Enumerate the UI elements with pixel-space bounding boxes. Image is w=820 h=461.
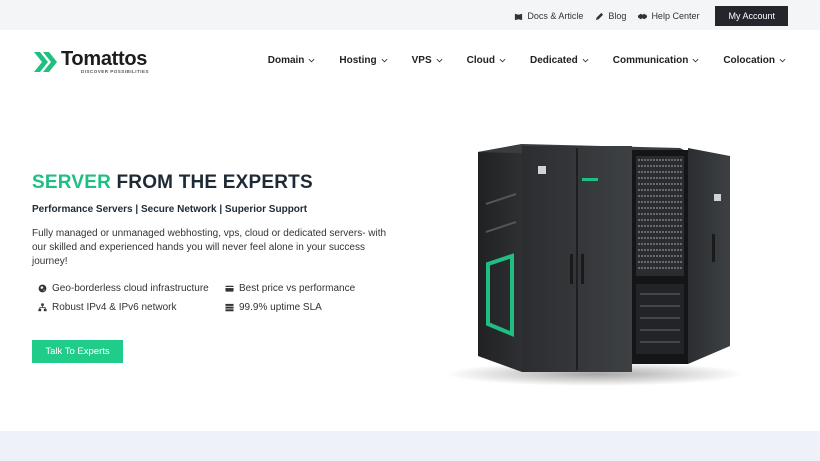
logo-chevron-icon (34, 51, 57, 72)
my-account-button[interactable]: My Account (715, 6, 788, 26)
chevron-down-icon (436, 58, 443, 63)
docs-article-label: Docs & Article (527, 11, 584, 21)
chevron-down-icon (582, 58, 589, 63)
rack-server-units (636, 156, 684, 354)
feature-item: Best price vs performance (225, 283, 385, 294)
top-bar: Docs & Article Blog Help Center My Accou… (0, 0, 820, 30)
main-header: Tomattos DISCOVER POSSIBILITIES Domain H… (0, 30, 820, 94)
nav-item-communication[interactable]: Communication (613, 55, 700, 66)
chevron-down-icon (779, 58, 786, 63)
book-icon (515, 13, 523, 20)
chevron-down-icon (499, 58, 506, 63)
rack-door-handle (581, 254, 584, 284)
feature-label: 99.9% uptime SLA (239, 302, 322, 313)
next-section-strip (0, 431, 820, 461)
hero-title-accent: SERVER (32, 172, 111, 193)
blog-link[interactable]: Blog (595, 11, 626, 21)
server-rack-image (445, 144, 745, 386)
rack-right-door (688, 148, 730, 364)
globe-icon (38, 284, 47, 293)
nav-item-domain[interactable]: Domain (268, 55, 316, 66)
nav-colocation-label: Colocation (723, 55, 775, 66)
server-icon (225, 303, 234, 312)
nav-item-colocation[interactable]: Colocation (723, 55, 786, 66)
feature-label: Best price vs performance (239, 283, 356, 294)
nav-communication-label: Communication (612, 55, 689, 66)
docs-article-link[interactable]: Docs & Article (514, 11, 583, 21)
rack-status-light (582, 178, 598, 181)
rack-right-door-handle (712, 234, 715, 262)
nav-item-dedicated[interactable]: Dedicated (530, 55, 589, 66)
nav-dedicated-label: Dedicated (529, 55, 578, 66)
handshake-icon (638, 13, 648, 19)
nav-item-hosting[interactable]: Hosting (339, 55, 388, 66)
network-icon (38, 303, 47, 312)
logo[interactable]: Tomattos DISCOVER POSSIBILITIES (34, 49, 149, 75)
brand-tagline: DISCOVER POSSIBILITIES (81, 69, 150, 74)
nav-item-vps[interactable]: VPS (412, 55, 443, 66)
hero-section: SERVER FROM THE EXPERTS Performance Serv… (0, 94, 820, 431)
feature-list: Geo-borderless cloud infrastructure Best… (38, 283, 378, 313)
rack-right-logo-plate (714, 194, 721, 201)
top-links: Docs & Article Blog Help Center My Accou… (514, 6, 788, 26)
nav-hosting-label: Hosting (339, 55, 377, 66)
brand-name: Tomattos (61, 48, 148, 70)
main-nav: Domain Hosting VPS Cloud Dedicated Commu… (244, 55, 786, 66)
rack-door-handle (570, 254, 573, 284)
feature-item: 99.9% uptime SLA (225, 302, 385, 313)
nav-item-cloud[interactable]: Cloud (467, 55, 506, 66)
rack-door-divider (576, 148, 578, 370)
feature-item: Geo-borderless cloud infrastructure (38, 283, 225, 294)
pencil-icon (596, 12, 604, 20)
feature-label: Geo-borderless cloud infrastructure (52, 283, 209, 294)
chevron-down-icon (692, 58, 699, 63)
help-center-label: Help Center (651, 11, 700, 21)
feature-label: Robust IPv4 & IPv6 network (52, 302, 177, 313)
talk-to-experts-button[interactable]: Talk To Experts (32, 340, 123, 363)
credit-card-icon (225, 285, 234, 292)
blog-label: Blog (608, 11, 627, 21)
hero-title-rest: FROM THE EXPERTS (111, 172, 313, 193)
hero-subtitle: Performance Servers | Secure Network | S… (32, 204, 308, 215)
feature-item: Robust IPv4 & IPv6 network (38, 302, 225, 313)
hero-title: SERVER FROM THE EXPERTS (32, 172, 313, 194)
nav-vps-label: VPS (411, 55, 432, 66)
nav-cloud-label: Cloud (466, 55, 495, 66)
help-center-link[interactable]: Help Center (638, 11, 699, 21)
chevron-down-icon (308, 58, 315, 63)
rack-logo-plate (538, 166, 546, 174)
hero-description: Fully managed or unmanaged webhosting, v… (32, 228, 387, 267)
nav-domain-label: Domain (267, 55, 305, 66)
chevron-down-icon (381, 58, 388, 63)
